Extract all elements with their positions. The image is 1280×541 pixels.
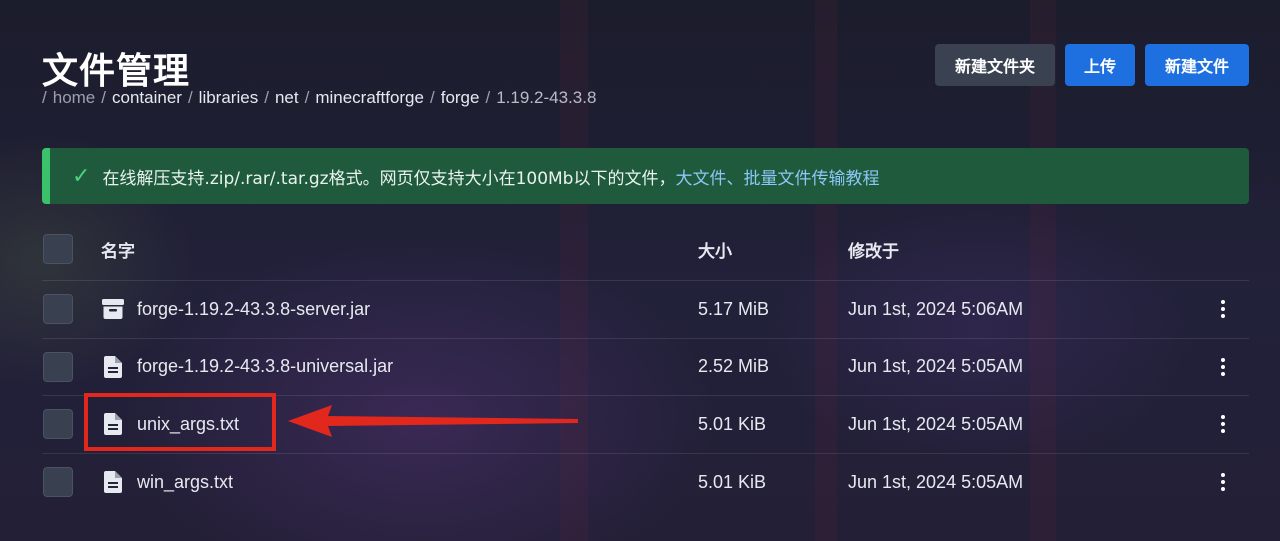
row-checkbox[interactable] [43,409,73,440]
row-menu-button[interactable] [1208,473,1238,492]
column-header-size[interactable]: 大小 [698,237,848,262]
file-modified: Jun 1st, 2024 5:05AM [848,413,1024,434]
row-menu-button[interactable] [1208,415,1238,434]
row-checkbox[interactable] [43,294,73,325]
file-table: 名字 大小 修改于 forge-1.19.2-43.3.8-server.jar… [42,218,1249,511]
row-menu-button[interactable] [1208,300,1238,319]
table-header: 名字 大小 修改于 [42,218,1249,281]
table-row[interactable]: forge-1.19.2-43.3.8-universal.jar 2.52 M… [42,339,1249,396]
more-vertical-icon [1221,357,1225,376]
check-icon: ✓ [72,163,91,189]
file-name[interactable]: forge-1.19.2-43.3.8-server.jar [137,299,370,320]
file-size: 2.52 MiB [698,356,770,377]
row-menu-button[interactable] [1208,357,1238,376]
row-checkbox[interactable] [43,467,73,498]
file-name[interactable]: win_args.txt [137,472,233,493]
breadcrumb-separator: / [485,88,491,107]
breadcrumb-separator: / [304,88,310,107]
file-name[interactable]: unix_args.txt [137,414,239,435]
new-folder-button[interactable]: 新建文件夹 [935,44,1055,86]
file-icon [101,470,125,494]
file-size: 5.01 KiB [698,413,767,434]
breadcrumb-item-current: 1.19.2-43.3.8 [496,88,597,107]
file-icon [101,355,125,379]
column-header-modified[interactable]: 修改于 [848,237,1208,262]
breadcrumb-item-home[interactable]: home [53,88,96,107]
breadcrumb-item-container[interactable]: container [112,88,182,107]
breadcrumb-separator: / [42,88,47,107]
breadcrumb-item-forge[interactable]: forge [441,88,480,107]
more-vertical-icon [1221,415,1225,434]
breadcrumb-separator: / [264,88,269,107]
column-header-name[interactable]: 名字 [101,237,698,262]
file-modified: Jun 1st, 2024 5:05AM [848,471,1024,492]
breadcrumb-item-minecraftforge[interactable]: minecraftforge [315,88,424,107]
upload-button[interactable]: 上传 [1065,44,1135,86]
breadcrumb-separator: / [187,88,193,107]
table-row[interactable]: forge-1.19.2-43.3.8-server.jar 5.17 MiB … [42,281,1249,339]
info-alert: ✓ 在线解压支持.zip/.rar/.tar.gz格式。网页仅支持大小在100M… [42,148,1249,204]
file-name-cell: forge-1.19.2-43.3.8-universal.jar [101,355,698,379]
transfer-tutorial-link[interactable]: 大文件、批量文件传输教程 [675,164,879,189]
file-size: 5.01 KiB [698,471,767,492]
toolbar: 新建文件夹 上传 新建文件 [935,44,1249,86]
more-vertical-icon [1221,473,1225,492]
breadcrumb-separator: / [101,88,106,107]
breadcrumb-item-net[interactable]: net [275,88,299,107]
archive-icon [101,297,125,321]
file-icon [101,412,125,436]
table-row[interactable]: unix_args.txt 5.01 KiB Jun 1st, 2024 5:0… [42,396,1249,454]
breadcrumb: / home / container / libraries / net / minecraftf… [42,88,596,108]
file-size: 5.17 MiB [698,298,770,319]
file-modified: Jun 1st, 2024 5:05AM [848,356,1024,377]
file-name-cell: forge-1.19.2-43.3.8-server.jar [101,297,698,321]
breadcrumb-separator: / [429,88,435,107]
new-file-button[interactable]: 新建文件 [1145,44,1249,86]
table-row[interactable]: win_args.txt 5.01 KiB Jun 1st, 2024 5:05… [42,454,1249,512]
file-name[interactable]: forge-1.19.2-43.3.8-universal.jar [137,356,393,377]
row-checkbox[interactable] [43,351,73,382]
file-name-cell: win_args.txt [101,470,698,494]
select-all-checkbox[interactable] [43,234,73,264]
more-vertical-icon [1221,300,1225,319]
breadcrumb-item-libraries[interactable]: libraries [199,88,259,107]
alert-text: 在线解压支持.zip/.rar/.tar.gz格式。网页仅支持大小在100Mb以… [102,168,676,189]
file-name-cell: unix_args.txt [101,412,698,436]
page-title: 文件管理 [42,51,191,92]
file-modified: Jun 1st, 2024 5:06AM [848,298,1024,319]
